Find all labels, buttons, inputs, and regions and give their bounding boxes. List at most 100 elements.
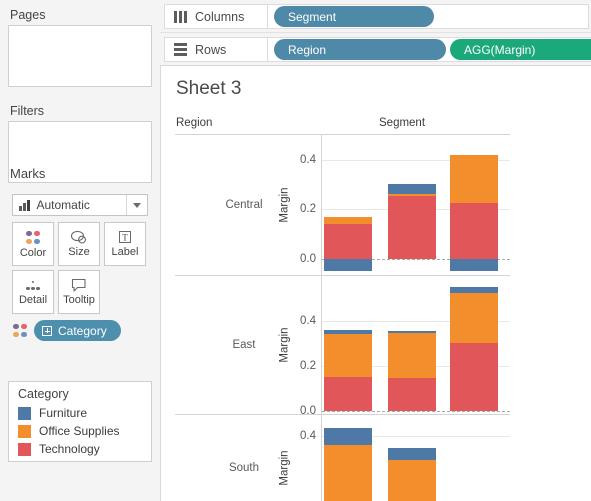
- y-axis-tick-label: 0.0: [300, 252, 316, 265]
- mark-type-dropdown[interactable]: Automatic: [12, 194, 148, 216]
- bar-segment-technology[interactable]: [388, 378, 436, 411]
- marks-tooltip-button[interactable]: Tooltip: [58, 270, 100, 314]
- plot-area[interactable]: 0.4: [300, 415, 510, 501]
- y-axis-tick-label: 0.4: [300, 314, 316, 327]
- marks-label-text: Label: [111, 246, 139, 258]
- bar-segment-office-supplies[interactable]: [388, 194, 436, 196]
- bar-corporate[interactable]: [388, 415, 436, 501]
- bar-corporate[interactable]: [388, 135, 436, 276]
- bar-segment-furniture[interactable]: [388, 330, 436, 334]
- marks-label: Marks: [10, 166, 46, 181]
- filters-label: Filters: [10, 104, 45, 118]
- marks-color-encoding: Category: [12, 320, 121, 341]
- color-dots-icon: [25, 230, 41, 246]
- bar-segment-technology[interactable]: [388, 195, 436, 259]
- bar-segment-furniture[interactable]: [324, 258, 372, 272]
- marks-detail-label: Detail: [18, 293, 48, 306]
- columns-shelf[interactable]: Columns Segment: [160, 0, 591, 33]
- plot-area[interactable]: 0.0 0.2 0.4: [300, 135, 510, 276]
- chart-panel: East Margin 0.0 0.2 0.4: [175, 276, 510, 417]
- bar-segment-office-supplies[interactable]: [450, 292, 498, 344]
- marks-tooltip-label: Tooltip: [63, 294, 95, 306]
- rows-icon: [174, 43, 187, 56]
- y-axis-tick-label: 0.4: [300, 430, 316, 443]
- bar-segment-furniture[interactable]: [450, 258, 498, 272]
- plot-area[interactable]: 0.0 0.2 0.4: [300, 276, 510, 417]
- bar-segment-furniture[interactable]: [450, 287, 498, 293]
- bar-consumer[interactable]: [324, 415, 372, 501]
- marks-color-label: Color: [19, 246, 47, 259]
- bar-home-office[interactable]: [450, 276, 498, 415]
- bar-segment-furniture[interactable]: [388, 184, 436, 195]
- pages-shelf[interactable]: [8, 25, 152, 87]
- y-axis-tick-label: 0.2: [300, 359, 316, 372]
- legend-swatch-technology: [18, 442, 31, 456]
- color-dots-icon: [12, 323, 28, 339]
- bar-segment-furniture[interactable]: [388, 447, 436, 460]
- plus-box-icon[interactable]: [42, 325, 52, 336]
- pill-region[interactable]: Region: [274, 39, 446, 60]
- bar-segment-office-supplies[interactable]: [388, 459, 436, 501]
- marks-pill-category-label: Category: [58, 323, 107, 338]
- bar-segment-technology[interactable]: [324, 376, 372, 411]
- bar-segment-office-supplies[interactable]: [324, 216, 372, 225]
- rows-shelf-body[interactable]: Region AGG(Margin): [268, 37, 591, 62]
- legend-item[interactable]: Technology: [9, 440, 151, 458]
- column-field-header[interactable]: Segment: [379, 117, 425, 129]
- bar-segment-office-supplies[interactable]: [324, 334, 372, 377]
- marks-color-button[interactable]: Color: [12, 222, 54, 266]
- marks-size-button[interactable]: Size: [58, 222, 100, 266]
- left-shelf-panel: Pages Filters Marks Automatic Color Size: [0, 0, 160, 501]
- bar-chart-icon: [19, 199, 30, 211]
- columns-shelf-body[interactable]: Segment: [268, 4, 589, 29]
- legend-swatch-office-supplies: [18, 424, 31, 438]
- y-axis-title: Margin: [278, 449, 291, 486]
- rows-shelf[interactable]: Rows Region AGG(Margin): [160, 33, 591, 66]
- page-title: Sheet 3: [176, 78, 242, 99]
- chart-trellis: Central Margin 0.0 0.2 0.4 East Margin 0.0 0.2 0.…: [175, 134, 510, 501]
- bar-home-office[interactable]: [450, 135, 498, 276]
- bar-corporate[interactable]: [388, 276, 436, 415]
- bar-segment-furniture[interactable]: [324, 329, 372, 335]
- y-axis-tick-label: 0.4: [300, 153, 316, 166]
- y-axis-title: Margin: [278, 327, 291, 363]
- legend-label: Furniture: [39, 406, 88, 420]
- detail-dots-icon: [25, 279, 41, 293]
- legend-label: Office Supplies: [39, 424, 120, 438]
- tableau-worksheet: Pages Filters Marks Automatic Color Size: [0, 0, 591, 501]
- chart-panel: Central Margin 0.0 0.2 0.4: [175, 135, 510, 276]
- bar-segment-office-supplies[interactable]: [324, 444, 372, 501]
- y-axis-title: Margin: [278, 187, 291, 223]
- worksheet-view[interactable]: Sheet 3 Region Segment Central Margin 0.0 0…: [160, 66, 591, 501]
- legend-item[interactable]: Furniture: [9, 404, 151, 422]
- bar-segment-technology[interactable]: [450, 343, 498, 411]
- chevron-down-icon[interactable]: [126, 195, 147, 215]
- marks-pill-category[interactable]: Category: [34, 320, 121, 341]
- bar-segment-office-supplies[interactable]: [450, 154, 498, 204]
- pill-segment[interactable]: Segment: [274, 6, 434, 27]
- legend-swatch-furniture: [18, 406, 31, 420]
- bar-consumer[interactable]: [324, 276, 372, 415]
- bar-segment-technology[interactable]: [450, 203, 498, 259]
- pages-label: Pages: [10, 8, 46, 22]
- size-circles-icon: [70, 230, 86, 244]
- marks-label-button[interactable]: T Label: [104, 222, 146, 266]
- pill-agg-margin[interactable]: AGG(Margin): [450, 39, 591, 60]
- columns-shelf-header: Columns: [164, 4, 268, 29]
- rows-shelf-header: Rows: [164, 37, 268, 62]
- columns-icon: [174, 10, 187, 23]
- rows-shelf-label: Rows: [195, 42, 227, 57]
- bar-segment-office-supplies[interactable]: [388, 333, 436, 378]
- color-legend: Category Furniture Office Supplies Techn…: [8, 381, 152, 462]
- color-legend-title: Category: [18, 387, 69, 401]
- bar-segment-technology[interactable]: [324, 224, 372, 259]
- bar-segment-furniture[interactable]: [324, 427, 372, 445]
- bar-home-office[interactable]: [450, 415, 498, 501]
- row-field-header[interactable]: Region: [176, 117, 212, 129]
- marks-detail-button[interactable]: Detail: [12, 270, 54, 314]
- marks-card: Automatic Color Size T Label Detail Tool…: [8, 186, 152, 366]
- legend-item[interactable]: Office Supplies: [9, 422, 151, 440]
- bar-consumer[interactable]: [324, 135, 372, 276]
- chart-panel: South Margin 0.4: [175, 415, 510, 501]
- y-axis-tick-label: 0.2: [300, 203, 316, 216]
